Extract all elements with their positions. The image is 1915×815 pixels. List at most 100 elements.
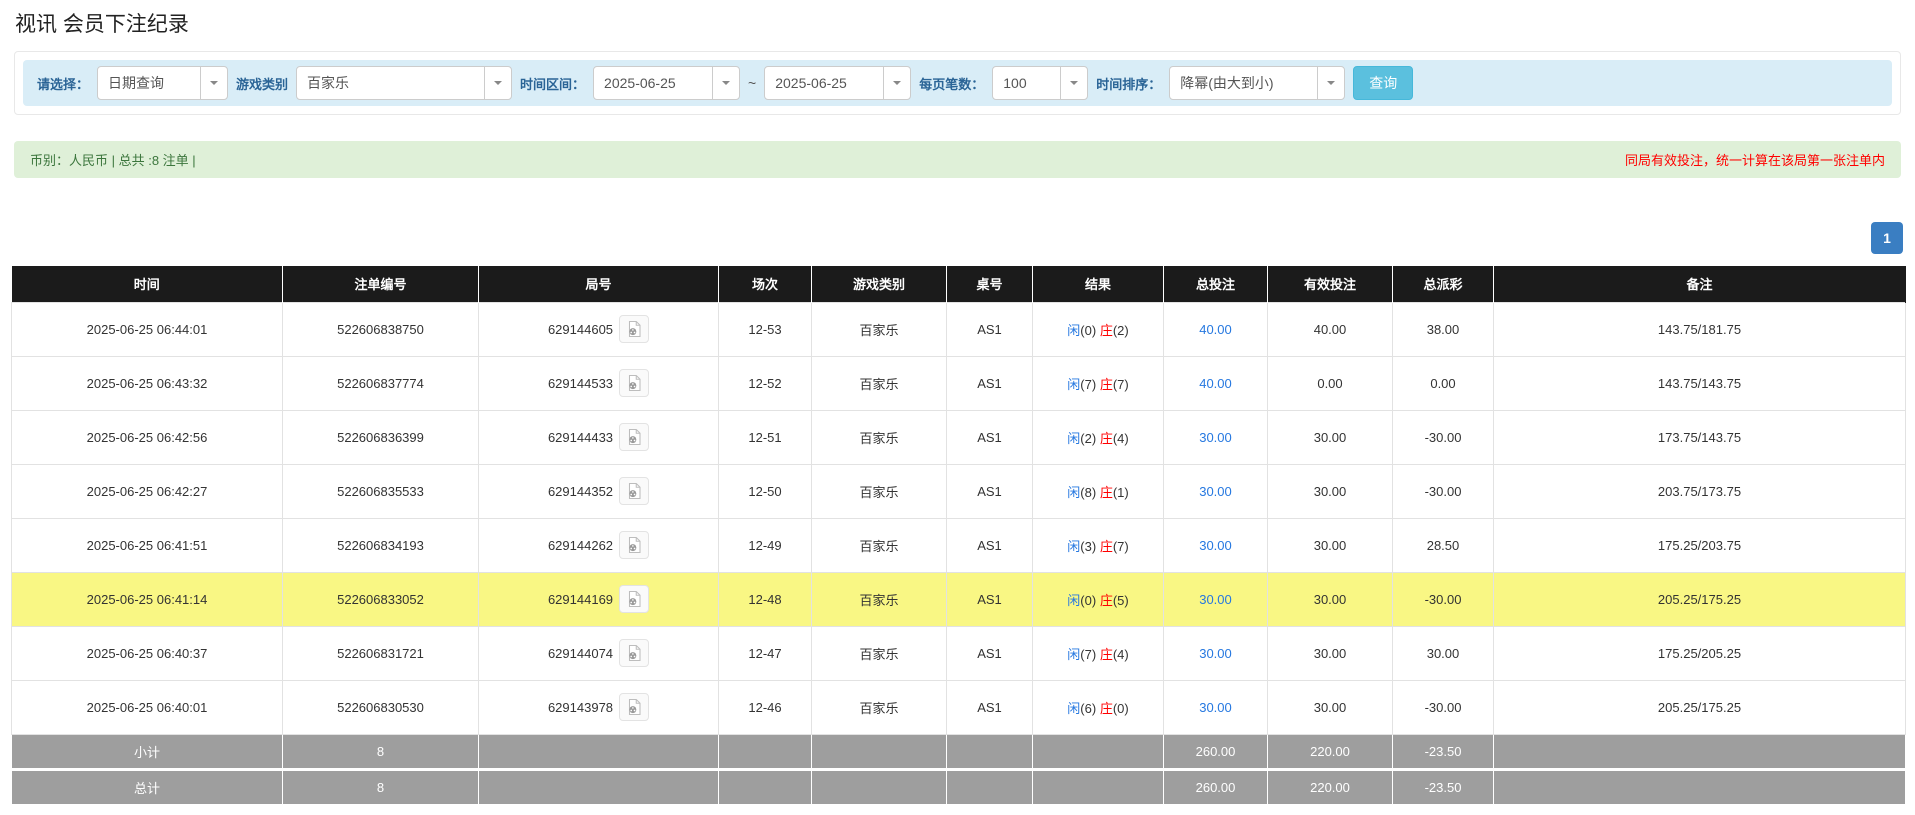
total-label: 总计	[12, 769, 283, 804]
page-1-button[interactable]: 1	[1871, 222, 1903, 254]
table-no-cell: AS1	[947, 302, 1033, 356]
video-file-icon	[625, 320, 643, 338]
total-bet-link[interactable]: 40.00	[1199, 376, 1232, 391]
table-no-cell: AS1	[947, 680, 1033, 734]
date-to-select[interactable]: 2025-06-25	[764, 66, 911, 100]
session-cell: 12-52	[719, 356, 812, 410]
video-replay-button[interactable]	[619, 639, 649, 667]
payout-cell: -30.00	[1393, 680, 1494, 734]
session-cell: 12-48	[719, 572, 812, 626]
subtotal-total-bet: 260.00	[1164, 734, 1268, 769]
note-cell: 143.75/143.75	[1494, 356, 1906, 410]
sort-order-select[interactable]: 降幂(由大到小)	[1169, 66, 1345, 100]
result-cell: 闲(6) 庄(0)	[1033, 680, 1164, 734]
game-type-select[interactable]: 百家乐	[296, 66, 512, 100]
time-cell: 2025-06-25 06:42:56	[12, 410, 283, 464]
video-replay-button[interactable]	[619, 315, 649, 343]
total-valid-bet: 220.00	[1268, 769, 1393, 804]
note-cell: 203.75/173.75	[1494, 464, 1906, 518]
col-session: 场次	[719, 266, 812, 302]
query-type-value: 日期查询	[98, 73, 200, 93]
filter-panel: 请选择： 日期查询 游戏类别 百家乐 时间区间： 2025-06-25 ~ 20…	[14, 51, 1901, 115]
filter-bar: 请选择： 日期查询 游戏类别 百家乐 时间区间： 2025-06-25 ~ 20…	[23, 60, 1892, 106]
result-cell: 闲(0) 庄(2)	[1033, 302, 1164, 356]
summary-bar: 币别：人民币 | 总共 :8 注单 | 同局有效投注，统一计算在该局第一张注单内	[14, 141, 1901, 178]
table-no-cell: AS1	[947, 356, 1033, 410]
subtotal-count: 8	[283, 734, 479, 769]
bet-id-cell: 522606836399	[283, 410, 479, 464]
total-bet-cell: 30.00	[1164, 464, 1268, 518]
total-bet-link[interactable]: 30.00	[1199, 700, 1232, 715]
round-cell: 629144074	[479, 626, 719, 680]
total-bet-cell: 30.00	[1164, 410, 1268, 464]
round-id: 629144352	[548, 484, 613, 499]
sort-order-label: 时间排序：	[1096, 74, 1161, 93]
video-replay-button[interactable]	[619, 423, 649, 451]
video-replay-button[interactable]	[619, 369, 649, 397]
banker-result-label: 庄	[1100, 377, 1113, 392]
col-bet-id: 注单编号	[283, 266, 479, 302]
col-note: 备注	[1494, 266, 1906, 302]
game-type-cell: 百家乐	[812, 302, 947, 356]
player-result-label: 闲	[1067, 377, 1080, 392]
game-type-cell: 百家乐	[812, 680, 947, 734]
query-type-label: 请选择：	[37, 74, 89, 93]
query-type-select[interactable]: 日期查询	[97, 66, 228, 100]
video-replay-button[interactable]	[619, 531, 649, 559]
game-type-value: 百家乐	[297, 73, 484, 93]
banker-result-score: (4)	[1113, 647, 1129, 662]
banker-result-score: (2)	[1113, 323, 1129, 338]
chevron-down-icon	[712, 67, 739, 99]
bet-id-cell: 522606833052	[283, 572, 479, 626]
banker-result-score: (7)	[1113, 539, 1129, 554]
page-size-select[interactable]: 100	[992, 66, 1088, 100]
banker-result-label: 庄	[1100, 431, 1113, 446]
time-cell: 2025-06-25 06:43:32	[12, 356, 283, 410]
video-replay-button[interactable]	[619, 477, 649, 505]
col-game-type: 游戏类别	[812, 266, 947, 302]
banker-result-score: (7)	[1113, 377, 1129, 392]
total-bet-link[interactable]: 30.00	[1199, 484, 1232, 499]
table-row: 2025-06-25 06:43:32 522606837774 6291445…	[12, 356, 1906, 410]
game-type-cell: 百家乐	[812, 464, 947, 518]
betting-records-table: 时间 注单编号 局号 场次 游戏类别 桌号 结果 总投注 有效投注 总派彩 备注…	[11, 266, 1906, 805]
round-id: 629144533	[548, 376, 613, 391]
table-row: 2025-06-25 06:42:27 522606835533 6291443…	[12, 464, 1906, 518]
banker-result-label: 庄	[1100, 539, 1113, 554]
video-file-icon	[625, 374, 643, 392]
summary-note: 同局有效投注，统一计算在该局第一张注单内	[1625, 150, 1885, 169]
player-result-label: 闲	[1067, 485, 1080, 500]
round-id: 629144074	[548, 646, 613, 661]
video-replay-button[interactable]	[619, 585, 649, 613]
session-cell: 12-53	[719, 302, 812, 356]
table-header-row: 时间 注单编号 局号 场次 游戏类别 桌号 结果 总投注 有效投注 总派彩 备注	[12, 266, 1906, 302]
result-cell: 闲(8) 庄(1)	[1033, 464, 1164, 518]
payout-cell: 0.00	[1393, 356, 1494, 410]
total-bet-link[interactable]: 30.00	[1199, 646, 1232, 661]
table-row: 2025-06-25 06:40:37 522606831721 6291440…	[12, 626, 1906, 680]
banker-result-score: (4)	[1113, 431, 1129, 446]
video-replay-button[interactable]	[619, 693, 649, 721]
query-button[interactable]: 查询	[1353, 66, 1413, 100]
round-cell: 629144605	[479, 302, 719, 356]
player-result-label: 闲	[1067, 323, 1080, 338]
note-cell: 175.25/205.25	[1494, 626, 1906, 680]
page-size-label: 每页笔数：	[919, 74, 984, 93]
table-body: 2025-06-25 06:44:01 522606838750 6291446…	[12, 302, 1906, 734]
player-result-score: (8)	[1080, 485, 1096, 500]
summary-currency-count: 币别：人民币 | 总共 :8 注单 |	[30, 150, 196, 169]
total-bet-link[interactable]: 30.00	[1199, 592, 1232, 607]
valid-bet-cell: 0.00	[1268, 356, 1393, 410]
total-bet-link[interactable]: 30.00	[1199, 430, 1232, 445]
result-cell: 闲(7) 庄(4)	[1033, 626, 1164, 680]
bet-id-cell: 522606838750	[283, 302, 479, 356]
total-bet-link[interactable]: 30.00	[1199, 538, 1232, 553]
banker-result-label: 庄	[1100, 323, 1113, 338]
payout-cell: 28.50	[1393, 518, 1494, 572]
date-from-select[interactable]: 2025-06-25	[593, 66, 740, 100]
total-bet-link[interactable]: 40.00	[1199, 322, 1232, 337]
game-type-cell: 百家乐	[812, 410, 947, 464]
valid-bet-cell: 30.00	[1268, 680, 1393, 734]
player-result-label: 闲	[1067, 647, 1080, 662]
payout-cell: -30.00	[1393, 464, 1494, 518]
